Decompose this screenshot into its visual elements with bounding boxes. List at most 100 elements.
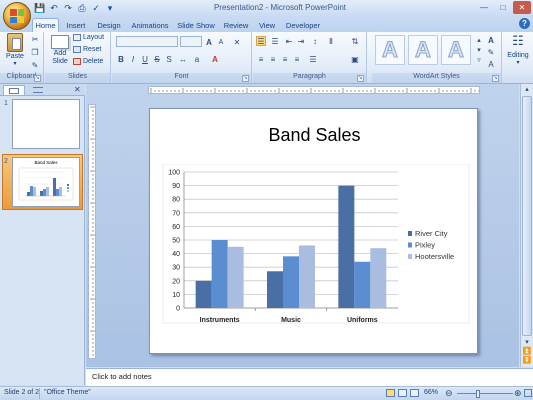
paragraph-launcher-icon[interactable]: ↘ [357, 75, 364, 82]
bar-instruments-hootersville [227, 246, 244, 308]
fit-slide-icon[interactable] [524, 389, 532, 397]
undo-icon[interactable]: ↶ [48, 2, 60, 14]
help-icon[interactable]: ? [519, 18, 530, 29]
wordart-style-2[interactable]: A [408, 35, 438, 65]
zoom-out-icon[interactable]: ⊖ [445, 388, 453, 399]
clipboard-launcher-icon[interactable]: ↘ [34, 75, 41, 82]
justify-icon[interactable]: ≡ [292, 54, 302, 64]
outline-tab-icon [33, 87, 43, 93]
align-center-icon[interactable]: ≡ [268, 54, 278, 64]
x-category-label: Instruments [200, 317, 240, 324]
tab-slides[interactable] [3, 85, 25, 95]
y-tick-label: 0 [176, 306, 180, 313]
text-effects-icon[interactable]: A [486, 59, 496, 69]
customize-qat-icon[interactable]: ▾ [104, 2, 116, 14]
wordart-scroll-down-icon[interactable]: ▾ [474, 45, 484, 55]
bold-icon[interactable]: B [116, 54, 126, 64]
tab-design[interactable]: Design [94, 18, 124, 32]
clear-formatting-icon[interactable]: ✕ [232, 37, 242, 47]
wordart-style-1[interactable]: A [375, 35, 405, 65]
tab-slide-show[interactable]: Slide Show [176, 18, 216, 32]
bullets-icon[interactable]: ☰ [256, 36, 266, 46]
y-tick-label: 50 [172, 238, 180, 245]
redo-icon[interactable]: ↷ [62, 2, 74, 14]
close-button[interactable]: ✕ [513, 1, 531, 14]
new-slide-button[interactable]: Add Slide [48, 33, 72, 66]
notes-pane[interactable] [86, 368, 533, 386]
office-button[interactable] [3, 2, 31, 30]
slide-sorter-icon[interactable] [398, 389, 407, 397]
layout-button[interactable]: Layout [73, 34, 104, 41]
strikethrough-icon[interactable]: S [152, 54, 162, 64]
normal-view-icon[interactable] [386, 389, 395, 397]
slide-canvas[interactable]: Band Sales 0 10 20 30 40 50 60 70 80 90 100 Instrum… [149, 108, 478, 354]
zoom-slider-track[interactable] [457, 393, 513, 394]
delete-button[interactable]: Delete [73, 58, 103, 65]
tab-outline[interactable] [27, 85, 49, 95]
wordart-style-3[interactable]: A [441, 35, 471, 65]
italic-icon[interactable]: I [128, 54, 138, 64]
tab-developer[interactable]: Developer [283, 18, 323, 32]
wordart-more-icon[interactable]: ▿ [474, 55, 484, 65]
paste-button[interactable]: Paste ▾ [3, 33, 27, 67]
spelling-icon[interactable]: ✓ [90, 2, 102, 14]
tab-home[interactable]: Home [32, 18, 59, 32]
font-color-icon[interactable]: A [210, 54, 220, 64]
scroll-up-icon[interactable]: ▴ [522, 85, 532, 95]
font-size-field[interactable] [180, 36, 202, 47]
vertical-scrollbar[interactable]: ▴ ▾ ⏫ ⏬ [520, 84, 533, 367]
slide-title[interactable]: Band Sales [150, 125, 479, 146]
tab-insert[interactable]: Insert [62, 18, 90, 32]
shadow-icon[interactable]: S [164, 54, 174, 64]
zoom-slider-thumb[interactable] [476, 390, 480, 398]
bar-uniforms-river-city [338, 185, 355, 308]
font-name-field[interactable] [116, 36, 178, 47]
scroll-thumb[interactable] [522, 96, 532, 336]
numbering-icon[interactable]: ☰ [270, 36, 280, 46]
slide-thumbnail-1[interactable] [12, 99, 80, 149]
print-icon[interactable]: ⎙ [76, 2, 88, 14]
wordart-scroll-up-icon[interactable]: ▴ [474, 35, 484, 45]
smartart-icon[interactable]: ▣ [350, 54, 360, 64]
cut-icon[interactable]: ✂ [30, 34, 40, 44]
close-pane-icon[interactable]: ✕ [74, 85, 81, 94]
notes-placeholder[interactable]: Click to add notes [92, 372, 152, 381]
chart[interactable]: 0 10 20 30 40 50 60 70 80 90 100 Instruments Music Un… [160, 164, 470, 324]
text-direction-icon[interactable]: ⇅ [350, 36, 360, 46]
next-slide-icon[interactable]: ⏬ [522, 356, 532, 364]
format-painter-icon[interactable]: ✎ [30, 60, 40, 70]
underline-icon[interactable]: U [140, 54, 150, 64]
char-spacing-icon[interactable]: ↔ [178, 54, 188, 64]
columns-icon[interactable]: Ⅱ [326, 36, 336, 46]
zoom-in-icon[interactable]: ⊕ [514, 388, 522, 399]
change-case-icon[interactable]: a [192, 54, 202, 64]
grow-font-icon[interactable]: A [204, 37, 214, 47]
wordart-group: A A A ▴ ▾ ▿ A ✎ A WordArt Styles ↘ [372, 32, 502, 83]
slide-thumbnail-2[interactable]: Band Sales [12, 157, 80, 207]
copy-icon[interactable]: ❐ [30, 47, 40, 57]
align-left-icon[interactable]: ≡ [256, 54, 266, 64]
font-launcher-icon[interactable]: ↘ [242, 75, 249, 82]
previous-slide-icon[interactable]: ⏫ [522, 347, 532, 355]
tab-animations[interactable]: Animations [128, 18, 172, 32]
shrink-font-icon[interactable]: A [216, 37, 226, 47]
line-spacing-icon[interactable]: ↕ [310, 36, 320, 46]
zoom-level[interactable]: 66% [424, 389, 438, 396]
maximize-button[interactable]: □ [494, 1, 512, 14]
editing-button[interactable]: ☷ Editing ▾ [504, 34, 532, 67]
tab-review[interactable]: Review [221, 18, 251, 32]
increase-indent-icon[interactable]: ⇥ [296, 36, 306, 46]
decrease-indent-icon[interactable]: ⇤ [284, 36, 294, 46]
align-text-icon[interactable]: ☰ [308, 54, 318, 64]
scroll-down-icon[interactable]: ▾ [522, 338, 532, 346]
tab-view[interactable]: View [255, 18, 279, 32]
text-outline-icon[interactable]: ✎ [486, 47, 496, 57]
slide-show-icon[interactable] [410, 389, 419, 397]
align-right-icon[interactable]: ≡ [280, 54, 290, 64]
x-category-label: Music [281, 317, 301, 324]
text-fill-icon[interactable]: A [486, 35, 496, 45]
reset-button[interactable]: Reset [73, 46, 101, 53]
save-icon[interactable]: 💾 [34, 2, 46, 14]
minimize-button[interactable]: — [475, 1, 493, 14]
wordart-launcher-icon[interactable]: ↘ [492, 75, 499, 82]
